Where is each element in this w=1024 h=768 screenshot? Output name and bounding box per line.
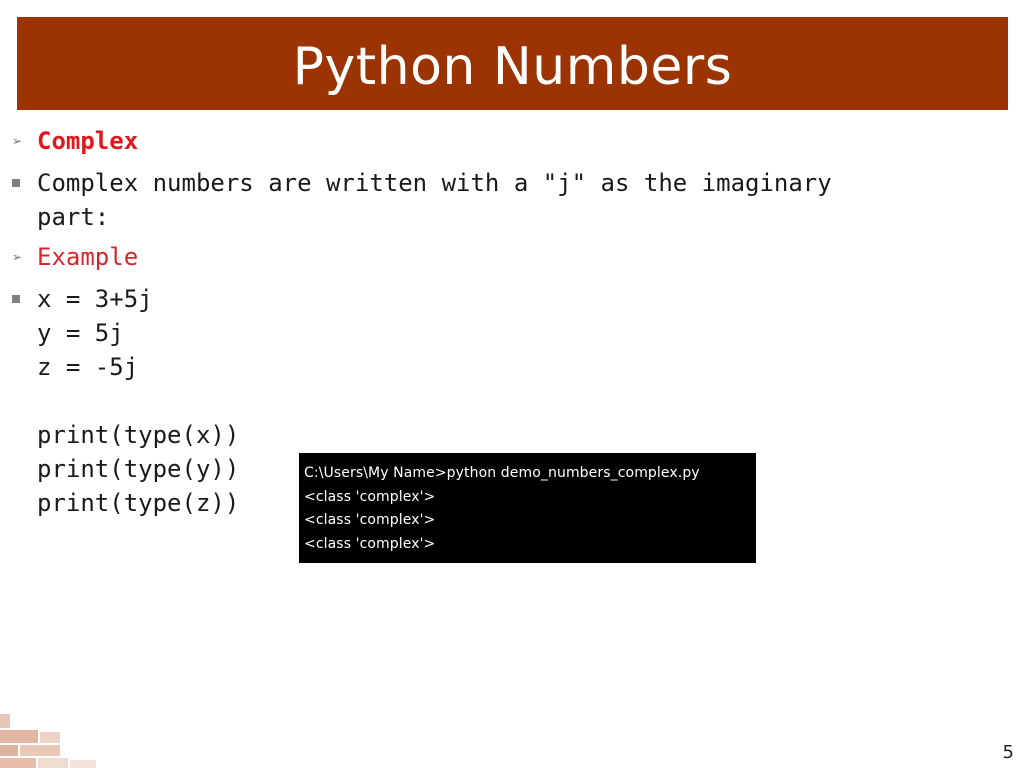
square-bullet-icon (12, 295, 20, 303)
description-continuation: part: (37, 203, 110, 231)
heading-complex: Complex (37, 127, 139, 155)
square-bullet-icon (12, 179, 20, 187)
code-line: z = -5j (37, 353, 139, 381)
code-line: print(type(y)) (37, 455, 240, 483)
console-line: <class 'complex'> (304, 488, 436, 505)
page-number: 5 (1002, 742, 1014, 763)
console-line: <class 'complex'> (304, 512, 436, 529)
code-line: print(type(z)) (37, 489, 240, 517)
brick-wall-decoration (0, 706, 100, 768)
slide-title: Python Numbers (292, 36, 733, 97)
code-line: y = 5j (37, 319, 124, 347)
description-text: Complex numbers are written with a "j" a… (37, 169, 832, 197)
title-bar: Python Numbers (17, 17, 1008, 110)
console-line: C:\Users\My Name>python demo_numbers_com… (304, 465, 700, 481)
console-output: C:\Users\My Name>python demo_numbers_com… (299, 453, 756, 563)
console-line: <class 'complex'> (304, 536, 436, 553)
heading-example: Example (37, 243, 139, 271)
code-line: print(type(x)) (37, 421, 240, 449)
code-line: x = 3+5j (37, 285, 153, 313)
arrowhead-icon: ➢ (11, 134, 23, 148)
arrowhead-icon: ➢ (11, 250, 23, 264)
